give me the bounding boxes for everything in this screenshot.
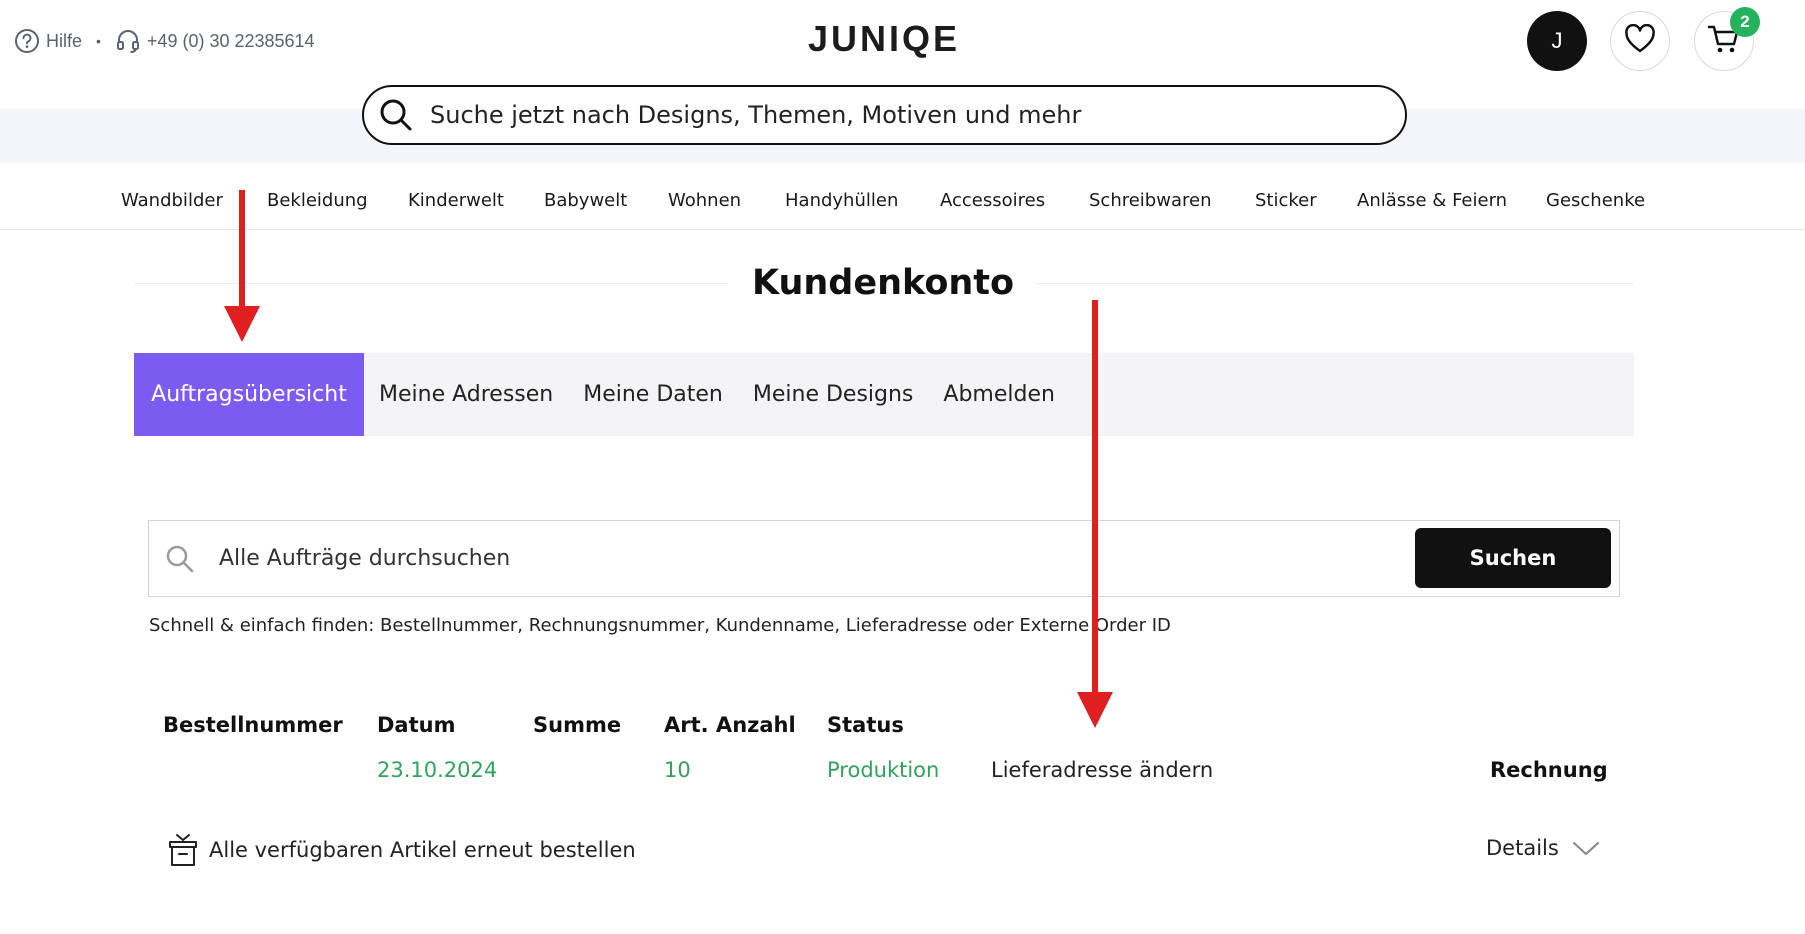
invoice-link[interactable]: Rechnung: [1490, 758, 1608, 782]
chevron-down-icon: [1571, 838, 1601, 858]
nav-item-schreibwaren[interactable]: Schreibwaren: [1089, 190, 1211, 211]
order-search: [148, 520, 1620, 597]
juniqe-logo[interactable]: JUNIQE: [808, 18, 960, 60]
account-tabs: Auftragsübersicht Meine Adressen Meine D…: [134, 353, 1634, 436]
nav-item-kinderwelt[interactable]: Kinderwelt: [408, 190, 504, 211]
details-toggle[interactable]: Details: [1486, 836, 1601, 860]
column-header-status: Status: [827, 713, 904, 737]
order-status: Produktion: [827, 758, 940, 782]
search-orders-button[interactable]: Suchen: [1415, 528, 1611, 588]
nav-item-anlaesse-feiern[interactable]: Anlässe & Feiern: [1357, 190, 1507, 211]
cart-count-badge: 2: [1730, 7, 1760, 37]
order-date: 23.10.2024: [377, 758, 498, 782]
search-hint: Schnell & einfach finden: Bestellnummer,…: [149, 615, 1171, 636]
tab-meine-designs[interactable]: Meine Designs: [738, 353, 929, 436]
details-label: Details: [1486, 836, 1559, 860]
help-contact: Hilfe • +49 (0) 30 22385614: [14, 28, 315, 54]
heart-icon: [1624, 23, 1656, 59]
tab-abmelden[interactable]: Abmelden: [928, 353, 1070, 436]
separator: •: [96, 33, 101, 49]
help-link[interactable]: Hilfe: [46, 31, 82, 52]
phone-number[interactable]: +49 (0) 30 22385614: [147, 31, 315, 52]
tab-meine-daten[interactable]: Meine Daten: [568, 353, 738, 436]
column-header-bestellnummer: Bestellnummer: [163, 713, 343, 737]
column-header-art-anzahl: Art. Anzahl: [664, 713, 796, 737]
nav-item-wandbilder[interactable]: Wandbilder: [121, 190, 223, 211]
help-icon[interactable]: [14, 28, 40, 54]
nav-item-bekleidung[interactable]: Bekleidung: [267, 190, 368, 211]
search-icon[interactable]: [376, 95, 416, 135]
page-title: Kundenkonto: [751, 263, 1015, 303]
nav-item-accessoires[interactable]: Accessoires: [940, 190, 1045, 211]
change-address-link[interactable]: Lieferadresse ändern: [991, 758, 1213, 782]
search-icon: [163, 542, 197, 576]
wishlist-button[interactable]: [1610, 11, 1670, 71]
reorder-all-button[interactable]: Alle verfügbaren Artikel erneut bestelle…: [167, 832, 636, 868]
site-search: [362, 85, 1407, 145]
column-header-datum: Datum: [377, 713, 456, 737]
site-search-input[interactable]: [430, 101, 1330, 129]
avatar-initial: J: [1551, 28, 1563, 53]
reorder-label: Alle verfügbaren Artikel erneut bestelle…: [209, 838, 636, 862]
account-avatar[interactable]: J: [1527, 11, 1587, 71]
nav-item-sticker[interactable]: Sticker: [1255, 190, 1317, 211]
nav-item-geschenke[interactable]: Geschenke: [1546, 190, 1645, 211]
nav-item-wohnen[interactable]: Wohnen: [668, 190, 741, 211]
nav-item-handyhuellen[interactable]: Handyhüllen: [785, 190, 898, 211]
nav-item-babywelt[interactable]: Babywelt: [544, 190, 627, 211]
tab-auftragsuebersicht[interactable]: Auftragsübersicht: [134, 353, 364, 436]
column-header-summe: Summe: [533, 713, 622, 737]
order-search-input[interactable]: [219, 546, 1219, 571]
reorder-box-icon: [167, 832, 199, 868]
order-item-count: 10: [664, 758, 691, 782]
tab-meine-adressen[interactable]: Meine Adressen: [364, 353, 568, 436]
headset-icon: [115, 28, 141, 54]
category-nav: Wandbilder Bekleidung Kinderwelt Babywel…: [0, 162, 1805, 230]
